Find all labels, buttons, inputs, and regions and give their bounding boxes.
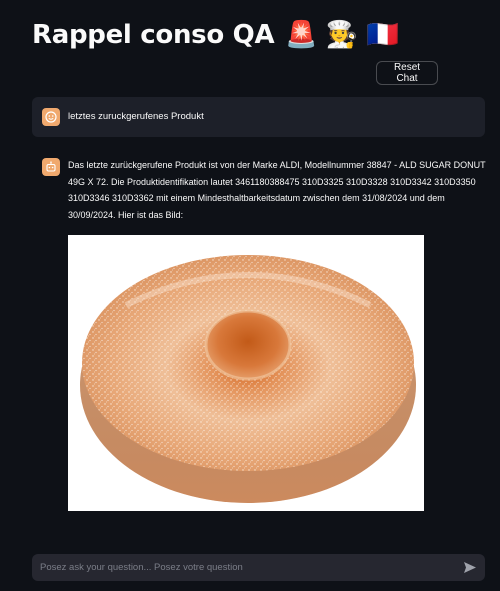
assistant-message-text: Das letzte zurückgerufene Produkt ist vo… xyxy=(68,160,486,220)
user-message: letztes zuruckgerufenes Produkt xyxy=(32,97,485,137)
page-title-text: Rappel conso QA xyxy=(32,20,275,50)
title-emoji-icons: 🚨 🧑‍🍳 🇫🇷 xyxy=(285,20,399,50)
product-image xyxy=(68,235,424,511)
user-message-text: letztes zuruckgerufenes Produkt xyxy=(68,111,204,122)
user-avatar-icon xyxy=(42,108,60,126)
donut-image xyxy=(68,235,424,511)
send-icon[interactable] xyxy=(463,561,477,574)
page-title: Rappel conso QA 🚨 🧑‍🍳 🇫🇷 xyxy=(32,18,399,52)
chat-input[interactable] xyxy=(32,554,485,581)
assistant-avatar-icon xyxy=(42,158,60,176)
reset-chat-button[interactable]: Reset Chat xyxy=(376,61,438,85)
app-page: Rappel conso QA 🚨 🧑‍🍳 🇫🇷 Reset Chat letz… xyxy=(0,0,500,591)
